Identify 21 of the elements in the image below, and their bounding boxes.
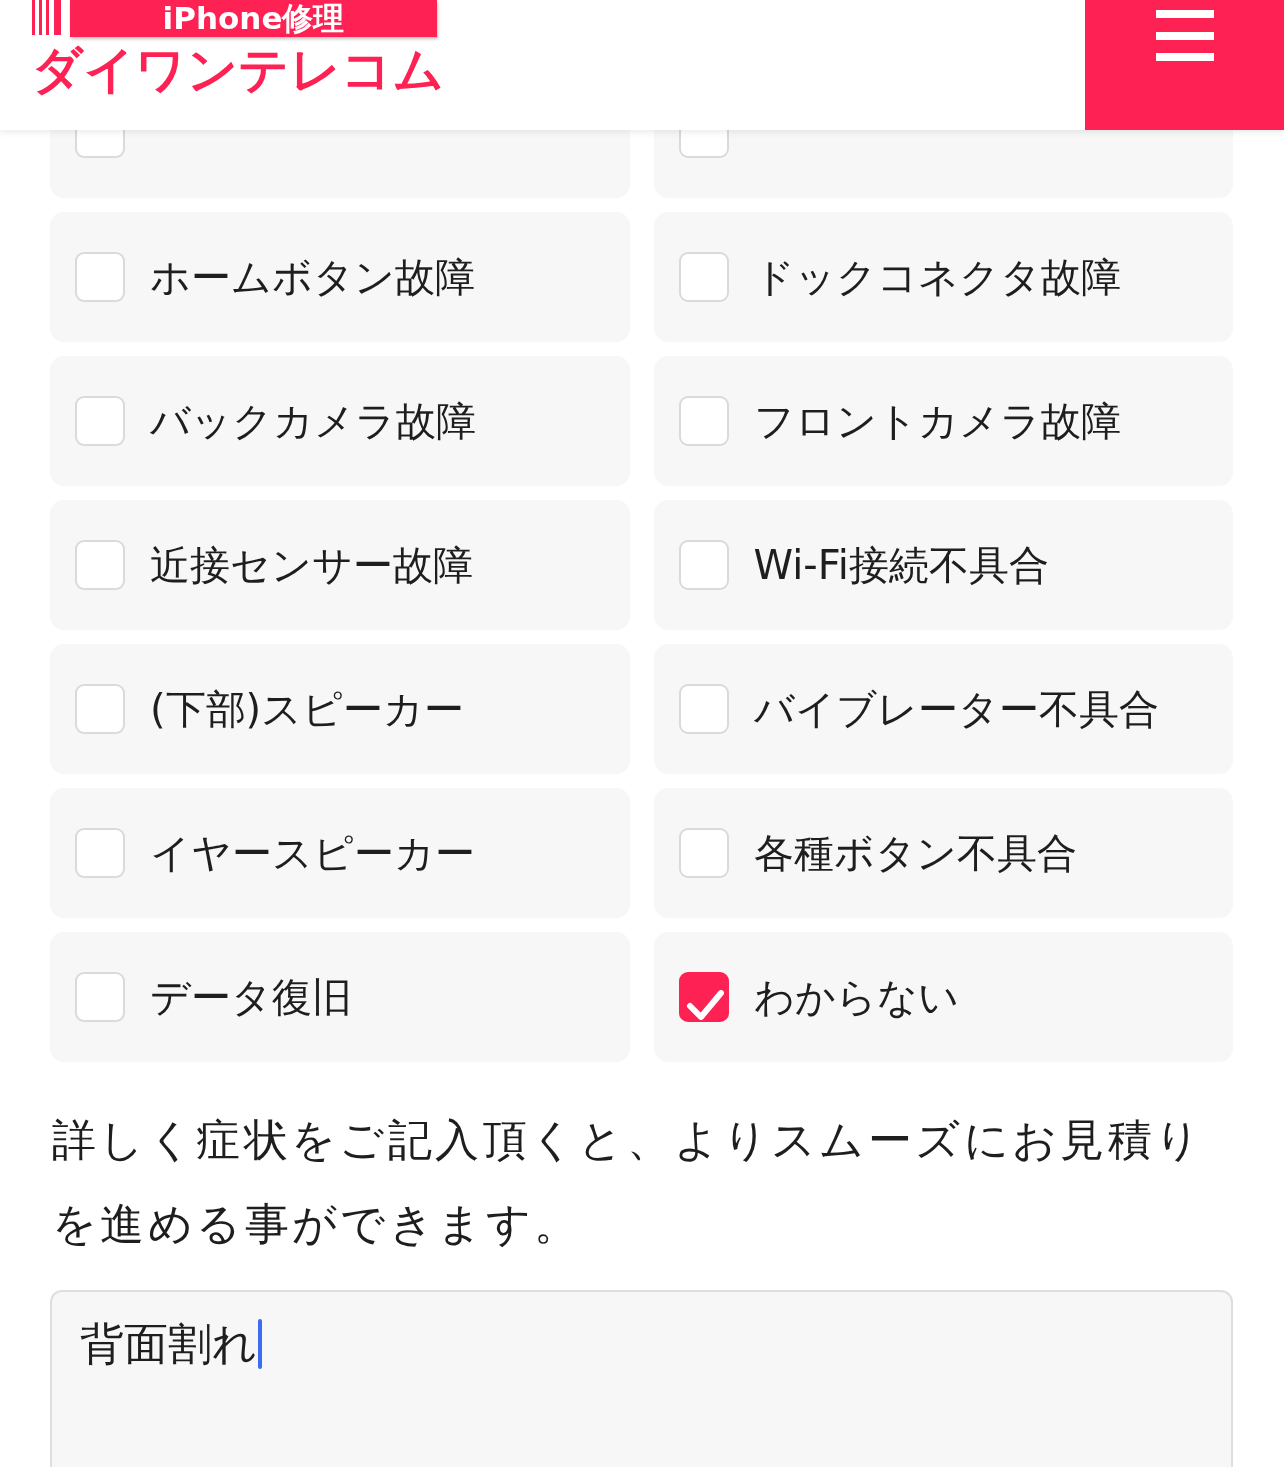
logo-name[interactable]: ダイワンテレコム (32, 46, 444, 94)
checkmark-icon (685, 990, 724, 1020)
option-label[interactable]: バイブレーター不具合 (753, 684, 1159, 734)
checkbox[interactable] (678, 972, 729, 1022)
option-label[interactable]: 近接センサー故障 (150, 540, 473, 590)
option-label[interactable]: データ復旧 (150, 972, 352, 1022)
menu-icon (1155, 10, 1214, 61)
option-label[interactable]: Wi-Fi接続不具合 (753, 540, 1049, 590)
option-label[interactable]: 各種ボタン不具合 (753, 828, 1077, 878)
option-label[interactable]: バックカメラ故障 (150, 396, 476, 446)
option-label[interactable]: フロントカメラ故障 (753, 396, 1121, 446)
details-text-field[interactable]: 背面割れ (50, 1290, 1233, 1467)
logo-stripes-icon (32, 0, 61, 35)
option-label[interactable]: イヤースピーカー (150, 828, 475, 878)
option-label[interactable]: ホームボタン故障 (150, 252, 475, 302)
option-label[interactable]: わからない (753, 972, 959, 1022)
logo-tagline: iPhone修理 (70, 0, 437, 37)
menu-button[interactable] (1085, 0, 1284, 130)
instruction-text: 詳しく症状をご記入頂くと、よりスムーズにお見積りを進める事ができます。 (52, 1113, 1205, 1251)
option-label[interactable]: (下部)スピーカー (150, 684, 465, 734)
option-label[interactable]: ドックコネクタ故障 (753, 252, 1121, 302)
